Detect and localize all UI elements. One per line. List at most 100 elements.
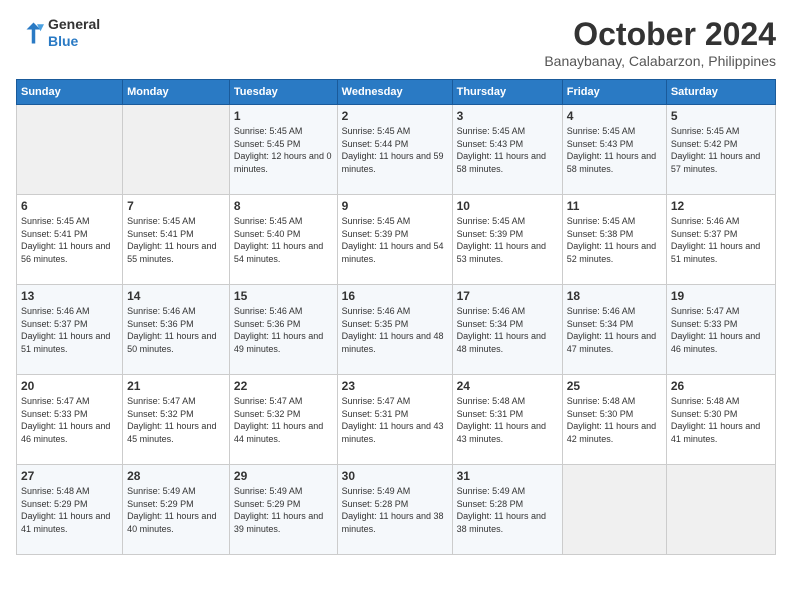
weekday-header: Monday [123, 80, 230, 105]
day-number: 7 [127, 199, 225, 213]
day-number: 12 [671, 199, 771, 213]
calendar-cell: 29Sunrise: 5:49 AMSunset: 5:29 PMDayligh… [229, 465, 337, 555]
day-number: 17 [457, 289, 558, 303]
cell-info: Sunrise: 5:47 AMSunset: 5:31 PMDaylight:… [342, 395, 448, 445]
calendar-cell: 9 Sunrise: 5:45 AMSunset: 5:39 PMDaylight… [337, 195, 452, 285]
calendar-cell: 28 Sunrise: 5:49 AMSunset: 5:29 PMDayligh… [123, 465, 230, 555]
weekday-header-row: SundayMondayTuesdayWednesdayThursdayFrid… [17, 80, 776, 105]
calendar-cell: 7 Sunrise: 5:45 AMSunset: 5:41 PMDaylight… [123, 195, 230, 285]
calendar-cell: 20 Sunrise: 5:47 AMSunset: 5:33 PMDayligh… [17, 375, 123, 465]
calendar-week-row: 27 Sunrise: 5:48 AMSunset: 5:29 PMDayligh… [17, 465, 776, 555]
cell-info: Sunrise: 5:48 AMSunset: 5:29 PMDaylight:… [21, 485, 118, 535]
calendar-cell: 27 Sunrise: 5:48 AMSunset: 5:29 PMDayligh… [17, 465, 123, 555]
calendar-cell [123, 105, 230, 195]
calendar-table: SundayMondayTuesdayWednesdayThursdayFrid… [16, 79, 776, 555]
cell-info: Sunrise: 5:47 AMSunset: 5:32 PMDaylight:… [234, 395, 333, 445]
calendar-cell: 1Sunrise: 5:45 AMSunset: 5:45 PMDaylight… [229, 105, 337, 195]
calendar-cell [666, 465, 775, 555]
weekday-header: Thursday [452, 80, 562, 105]
calendar-cell: 3Sunrise: 5:45 AMSunset: 5:43 PMDaylight… [452, 105, 562, 195]
calendar-cell: 18Sunrise: 5:46 AMSunset: 5:34 PMDayligh… [562, 285, 666, 375]
day-number: 15 [234, 289, 333, 303]
cell-info: Sunrise: 5:45 AMSunset: 5:41 PMDaylight:… [127, 215, 225, 265]
calendar-week-row: 20 Sunrise: 5:47 AMSunset: 5:33 PMDayligh… [17, 375, 776, 465]
day-number: 11 [567, 199, 662, 213]
weekday-header: Sunday [17, 80, 123, 105]
day-number: 3 [457, 109, 558, 123]
calendar-cell: 21 Sunrise: 5:47 AMSunset: 5:32 PMDayligh… [123, 375, 230, 465]
cell-info: Sunrise: 5:46 AMSunset: 5:34 PMDaylight:… [457, 305, 558, 355]
day-number: 27 [21, 469, 118, 483]
day-number: 5 [671, 109, 771, 123]
cell-info: Sunrise: 5:45 AMSunset: 5:44 PMDaylight:… [342, 125, 448, 175]
calendar-cell: 8 Sunrise: 5:45 AMSunset: 5:40 PMDaylight… [229, 195, 337, 285]
calendar-cell [17, 105, 123, 195]
cell-info: Sunrise: 5:46 AMSunset: 5:37 PMDaylight:… [671, 215, 771, 265]
day-number: 16 [342, 289, 448, 303]
cell-info: Sunrise: 5:49 AMSunset: 5:28 PMDaylight:… [457, 485, 558, 535]
day-number: 22 [234, 379, 333, 393]
day-number: 26 [671, 379, 771, 393]
cell-info: Sunrise: 5:46 AMSunset: 5:35 PMDaylight:… [342, 305, 448, 355]
day-number: 24 [457, 379, 558, 393]
calendar-cell: 30 Sunrise: 5:49 AMSunset: 5:28 PMDayligh… [337, 465, 452, 555]
cell-info: Sunrise: 5:49 AMSunset: 5:29 PMDaylight:… [234, 485, 333, 535]
day-number: 28 [127, 469, 225, 483]
day-number: 13 [21, 289, 118, 303]
title-block: October 2024 Banaybanay, Calabarzon, Phi… [544, 16, 776, 69]
day-number: 9 [342, 199, 448, 213]
cell-info: Sunrise: 5:45 AMSunset: 5:39 PMDaylight:… [342, 215, 448, 265]
cell-info: Sunrise: 5:46 AMSunset: 5:36 PMDaylight:… [127, 305, 225, 355]
calendar-cell: 24 Sunrise: 5:48 AMSunset: 5:31 PMDayligh… [452, 375, 562, 465]
logo-icon [16, 19, 44, 47]
calendar-cell: 22 Sunrise: 5:47 AMSunset: 5:32 PMDayligh… [229, 375, 337, 465]
day-number: 21 [127, 379, 225, 393]
day-number: 31 [457, 469, 558, 483]
logo-line1: General [48, 16, 100, 33]
weekday-header: Saturday [666, 80, 775, 105]
day-number: 25 [567, 379, 662, 393]
logo: General Blue [16, 16, 100, 50]
calendar-cell [562, 465, 666, 555]
cell-info: Sunrise: 5:49 AMSunset: 5:28 PMDaylight:… [342, 485, 448, 535]
page-header: General Blue October 2024 Banaybanay, Ca… [16, 16, 776, 69]
day-number: 18 [567, 289, 662, 303]
location: Banaybanay, Calabarzon, Philippines [544, 53, 776, 69]
day-number: 6 [21, 199, 118, 213]
calendar-cell: 12 Sunrise: 5:46 AMSunset: 5:37 PMDayligh… [666, 195, 775, 285]
cell-info: Sunrise: 5:48 AMSunset: 5:30 PMDaylight:… [671, 395, 771, 445]
calendar-week-row: 13Sunrise: 5:46 AMSunset: 5:37 PMDayligh… [17, 285, 776, 375]
cell-info: Sunrise: 5:48 AMSunset: 5:30 PMDaylight:… [567, 395, 662, 445]
calendar-cell: 26 Sunrise: 5:48 AMSunset: 5:30 PMDayligh… [666, 375, 775, 465]
calendar-cell: 10Sunrise: 5:45 AMSunset: 5:39 PMDayligh… [452, 195, 562, 285]
cell-info: Sunrise: 5:47 AMSunset: 5:33 PMDaylight:… [21, 395, 118, 445]
calendar-cell: 13Sunrise: 5:46 AMSunset: 5:37 PMDayligh… [17, 285, 123, 375]
calendar-cell: 14Sunrise: 5:46 AMSunset: 5:36 PMDayligh… [123, 285, 230, 375]
day-number: 30 [342, 469, 448, 483]
day-number: 8 [234, 199, 333, 213]
cell-info: Sunrise: 5:47 AMSunset: 5:33 PMDaylight:… [671, 305, 771, 355]
weekday-header: Tuesday [229, 80, 337, 105]
cell-info: Sunrise: 5:45 AMSunset: 5:38 PMDaylight:… [567, 215, 662, 265]
cell-info: Sunrise: 5:45 AMSunset: 5:45 PMDaylight:… [234, 125, 333, 175]
calendar-cell: 23 Sunrise: 5:47 AMSunset: 5:31 PMDayligh… [337, 375, 452, 465]
weekday-header: Wednesday [337, 80, 452, 105]
calendar-week-row: 6 Sunrise: 5:45 AMSunset: 5:41 PMDaylight… [17, 195, 776, 285]
day-number: 2 [342, 109, 448, 123]
logo-line2: Blue [48, 33, 100, 50]
cell-info: Sunrise: 5:47 AMSunset: 5:32 PMDaylight:… [127, 395, 225, 445]
cell-info: Sunrise: 5:45 AMSunset: 5:41 PMDaylight:… [21, 215, 118, 265]
calendar-cell: 5Sunrise: 5:45 AMSunset: 5:42 PMDaylight… [666, 105, 775, 195]
day-number: 23 [342, 379, 448, 393]
calendar-cell: 15Sunrise: 5:46 AMSunset: 5:36 PMDayligh… [229, 285, 337, 375]
month-title: October 2024 [544, 16, 776, 53]
cell-info: Sunrise: 5:49 AMSunset: 5:29 PMDaylight:… [127, 485, 225, 535]
cell-info: Sunrise: 5:45 AMSunset: 5:39 PMDaylight:… [457, 215, 558, 265]
day-number: 20 [21, 379, 118, 393]
weekday-header: Friday [562, 80, 666, 105]
cell-info: Sunrise: 5:45 AMSunset: 5:43 PMDaylight:… [567, 125, 662, 175]
calendar-cell: 17 Sunrise: 5:46 AMSunset: 5:34 PMDayligh… [452, 285, 562, 375]
cell-info: Sunrise: 5:45 AMSunset: 5:40 PMDaylight:… [234, 215, 333, 265]
cell-info: Sunrise: 5:48 AMSunset: 5:31 PMDaylight:… [457, 395, 558, 445]
day-number: 4 [567, 109, 662, 123]
